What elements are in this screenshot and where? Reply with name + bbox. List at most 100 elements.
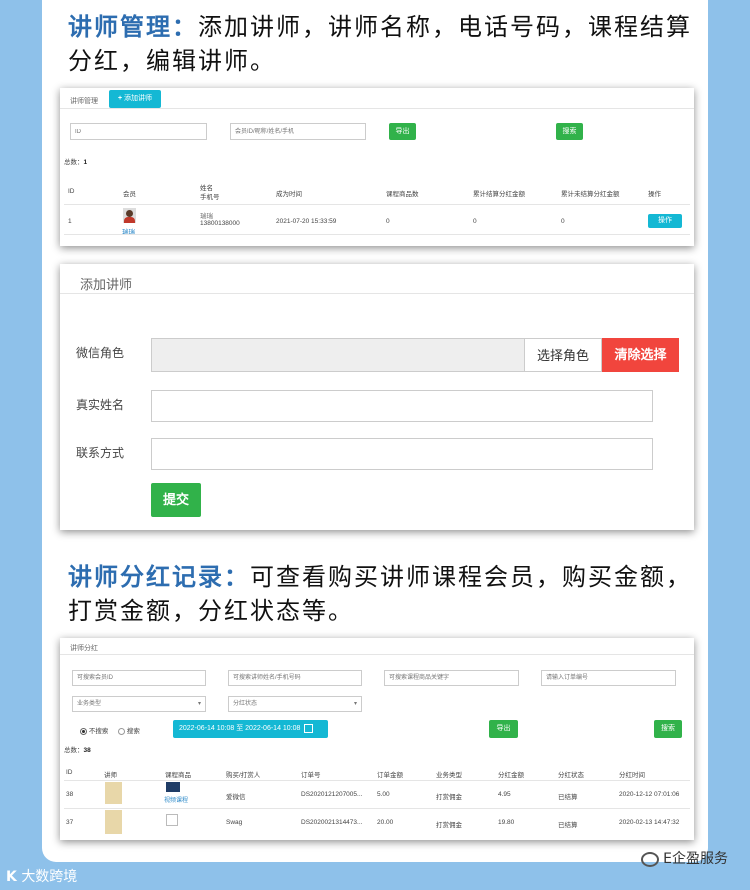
lecturer-avatar [105,782,122,804]
row-id: 1 [68,218,72,225]
row-type: 打赏佣金 [436,822,462,829]
course-thumbnail-empty [166,814,178,826]
add-lecturer-label: 添加讲师 [124,95,153,102]
business-type-select[interactable]: 业务类型 ▾ [72,696,206,712]
watermark-right-text: E企盈服务 [663,851,728,867]
course-link[interactable]: 视频课程 [164,795,188,804]
radio-no-search-label: 不搜索 [88,728,109,735]
row-phone: 13800138000 [200,220,240,227]
lecturer-search-input[interactable] [228,670,362,686]
add-lecturer-button[interactable]: + 添加讲师 [109,90,161,108]
title-divider [60,293,694,294]
heading-keyword: 讲师分红记录： [68,563,250,591]
export-button[interactable]: 导出 [389,123,416,140]
caret-down-icon: ▾ [353,701,357,707]
row-id: 38 [66,791,74,798]
lecturer-avatar [105,810,122,834]
row-name: 瑞瑞 [200,213,213,220]
radio-search[interactable]: 搜索 [118,725,140,735]
col-unsettled: 累计未结算分红金额 [561,191,620,198]
row-type: 打赏佣金 [436,794,462,801]
col-id: ID [68,188,75,195]
total-count: 总数：38 [64,744,91,754]
col-time: 成为时间 [276,191,302,198]
tab-divider [60,654,694,655]
contact-input[interactable] [151,438,653,470]
row-time: 2020-02-13 14:47:32 [619,819,680,826]
member-id-input[interactable] [72,670,206,686]
col-time: 分红时间 [619,772,645,779]
contact-label: 联系方式 [76,446,125,460]
col-lecturer: 讲师 [104,772,117,779]
search-button[interactable]: 搜索 [556,123,583,140]
avatar [123,208,136,223]
col-settled: 累计结算分红金额 [473,191,525,198]
course-keyword-input[interactable] [384,670,519,686]
row-order: DS2020121207005... [301,791,363,798]
row-status: 已结算 [558,794,578,801]
operate-button[interactable]: 操作 [648,214,682,228]
col-count: 课程商品数 [386,191,419,198]
row-amount: 5.00 [377,791,390,798]
row-settled: 0 [473,218,477,225]
calendar-icon [304,723,314,733]
row-time: 2021-07-20 15:33:59 [276,218,337,225]
bonus-status-select[interactable]: 分红状态 ▾ [228,696,362,712]
add-lecturer-panel: 添加讲师 微信角色 选择角色 清除选择 真实姓名 联系方式 提交 [60,264,694,530]
col-phone: 手机号 [200,194,220,201]
row-bonus: 19.80 [498,819,515,826]
row-divider [64,234,690,235]
watermark-right: E企盈服务 [640,848,728,868]
search-button[interactable]: 搜索 [654,720,682,738]
export-button[interactable]: 导出 [489,720,518,738]
total-value: 1 [83,159,88,166]
row-divider [64,808,690,809]
total-value: 38 [83,747,91,754]
section-heading-lecturer-management: 讲师管理：添加讲师，讲师名称，电话号码，课程结算分红，编辑讲师。 [68,10,698,78]
col-type: 业务类型 [436,772,462,779]
row-amount: 20.00 [377,819,394,826]
col-id: ID [66,769,73,776]
tab-lecturer-management[interactable]: 讲师管理 [70,96,98,106]
header-divider [64,780,690,781]
wechat-role-field[interactable] [151,338,525,372]
date-range-text: 2022-06-14 10:08 至 2022-06-14 10:08 [179,725,301,732]
watermark-left: K 大数跨境 [6,866,77,886]
tab-divider [60,108,694,109]
row-status: 已结算 [558,822,578,829]
watermark-left-text: 大数跨境 [21,869,78,885]
radio-no-search[interactable]: 不搜索 [80,725,108,735]
panel-title: 添加讲师 [80,277,133,292]
bonus-status-value: 分红状态 [233,701,258,707]
logo-icon: K [6,869,17,885]
real-name-input[interactable] [151,390,653,422]
caret-down-icon: ▾ [197,701,201,707]
total-count: 总数：1 [64,156,87,166]
id-search-input[interactable] [70,123,207,140]
row-unsettled: 0 [561,218,565,225]
order-number-input[interactable] [541,670,676,686]
section-heading-lecturer-bonus: 讲师分红记录：可查看购买讲师课程会员，购买金额，打赏金额，分红状态等。 [68,560,698,628]
col-status: 分红状态 [558,772,584,779]
lecturer-management-panel: 讲师管理 + 添加讲师 导出 搜索 总数：1 ID 会员 姓名 手机号 成为时间… [60,88,694,246]
clear-selection-button[interactable]: 清除选择 [602,338,679,372]
tab-lecturer-bonus[interactable]: 讲师分红 [70,643,98,653]
submit-button[interactable]: 提交 [151,483,201,517]
col-member: 会员 [123,191,136,198]
col-buyer: 购买/打赏人 [226,772,261,779]
radio-checked-icon [80,727,87,735]
row-time: 2020-12-12 07:01:06 [619,791,680,798]
wechat-role-label: 微信角色 [76,346,125,360]
row-buyer: 爱微信 [226,794,246,801]
col-amount: 订单金额 [377,772,403,779]
date-range-button[interactable]: 2022-06-14 10:08 至 2022-06-14 10:08 [173,720,328,738]
lecturer-bonus-panel: 讲师分红 业务类型 ▾ 分红状态 ▾ 不搜索 搜索 2022-06-14 10:… [60,638,694,840]
select-role-button[interactable]: 选择角色 [524,338,602,372]
col-course: 课程商品 [165,772,191,779]
member-search-input[interactable] [230,123,366,140]
row-buyer: Swag [226,819,243,826]
header-divider [64,204,690,205]
row-count: 0 [386,218,390,225]
radio-search-label: 搜索 [126,728,140,735]
row-order: DS2020021314473... [301,819,363,826]
